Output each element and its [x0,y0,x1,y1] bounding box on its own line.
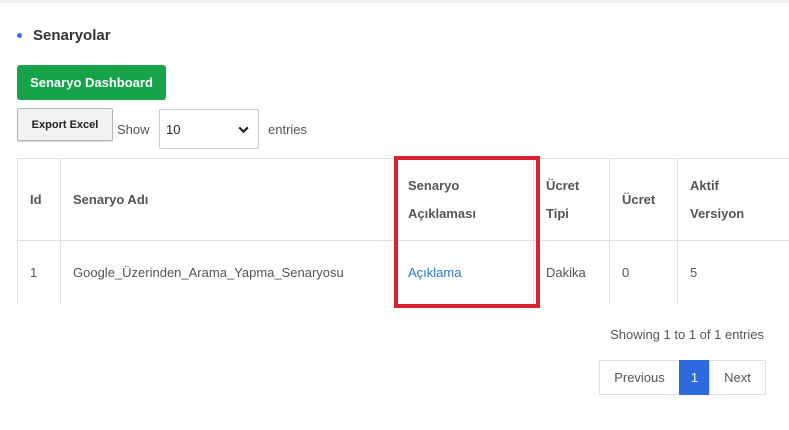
cell-aktif-versiyon: 5 [677,240,789,304]
entries-per-page-value: 10 [166,121,181,137]
column-header-ucret-tipi[interactable]: Ücret Tipi [533,158,610,241]
bullet-icon [17,33,22,38]
show-label: Show [117,122,150,137]
top-divider [0,0,789,3]
section-title: Senaryolar [33,27,111,44]
page-1-button[interactable]: 1 [679,360,710,395]
export-excel-button[interactable]: Export Excel [17,108,113,141]
pagination: Previous 1 Next [599,360,766,395]
column-header-senaryo-adi[interactable]: Senaryo Adı [60,158,396,241]
column-header-senaryo-aciklamasi[interactable]: Senaryo Açıklaması [395,158,534,241]
cell-id: 1 [17,240,61,304]
previous-page-button[interactable]: Previous [599,360,680,395]
column-header-id[interactable]: Id [17,158,61,241]
entries-label: entries [268,122,308,137]
scenarios-table: Id Senaryo Adı Senaryo Açıklaması Ücret … [17,158,789,304]
scenarios-table-wrapper: Id Senaryo Adı Senaryo Açıklaması Ücret … [17,158,789,304]
column-header-ucret[interactable]: Ücret [609,158,678,241]
entries-per-page-select[interactable]: 10 [159,109,259,149]
table-header-row: Id Senaryo Adı Senaryo Açıklaması Ücret … [17,158,789,241]
senaryo-dashboard-button[interactable]: Senaryo Dashboard [17,65,166,100]
table-info-text: Showing 1 to 1 of 1 entries [610,327,764,342]
section-heading: Senaryolar [17,27,111,44]
cell-ucret-tipi: Dakika [533,240,610,304]
cell-aciklama: Açıklama [395,240,534,304]
cell-senaryo-adi: Google_Üzerinden_Arama_Yapma_Senaryosu [60,240,396,304]
aciklama-link[interactable]: Açıklama [408,265,461,280]
next-page-button[interactable]: Next [709,360,766,395]
column-header-aktif-versiyon[interactable]: Aktif Versiyon [677,158,789,241]
cell-ucret: 0 [609,240,678,304]
chevron-down-icon [238,126,249,133]
table-row: 1 Google_Üzerinden_Arama_Yapma_Senaryosu… [17,240,789,304]
